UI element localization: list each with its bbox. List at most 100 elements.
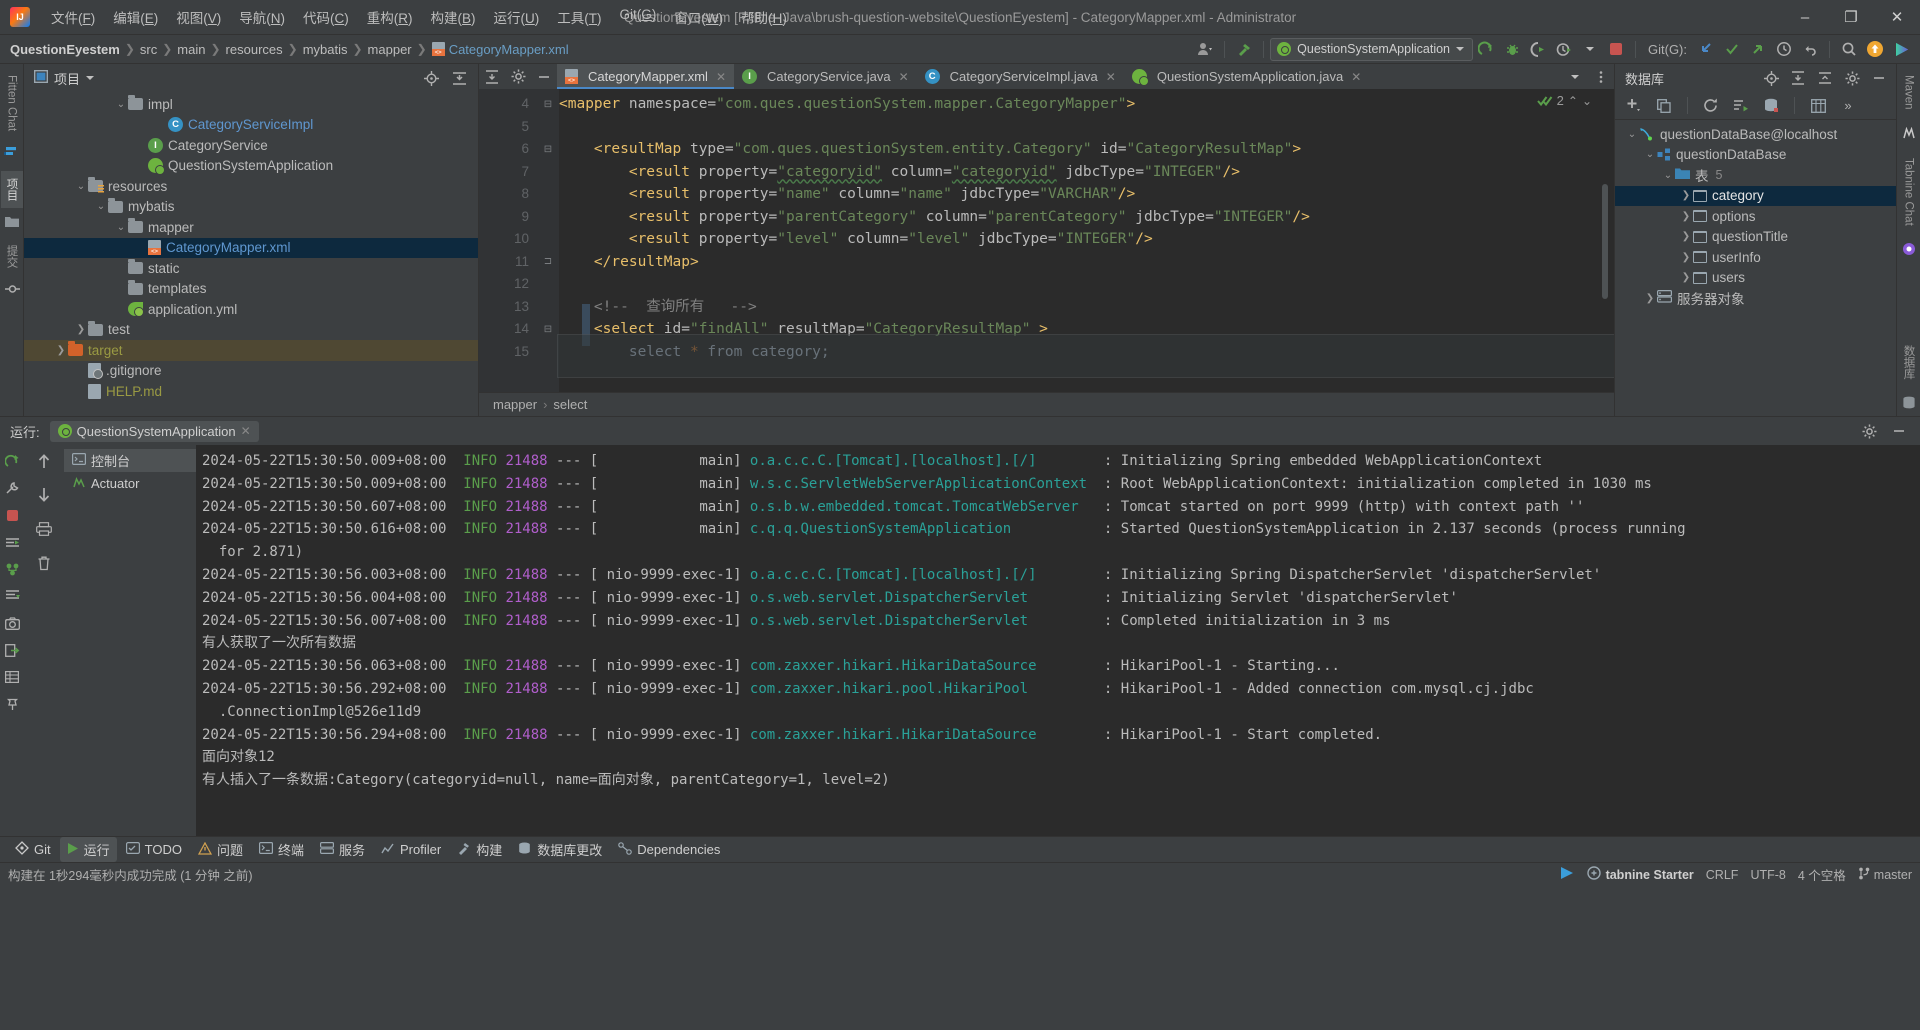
close-icon[interactable]: ✕ <box>716 70 726 84</box>
settings-gear-icon[interactable] <box>505 65 531 89</box>
db-tree-item--[interactable]: ❯ 服务器对象 <box>1615 288 1896 309</box>
breadcrumb-item-0[interactable]: QuestionEyestem <box>10 42 120 57</box>
chevron-right-icon[interactable]: ❯ <box>1643 293 1657 304</box>
scroll-from-source-icon[interactable] <box>1758 66 1784 90</box>
menu-4[interactable]: 代码(C) <box>294 3 358 31</box>
tabnine-chat-icon[interactable] <box>1902 242 1916 256</box>
pin-icon[interactable] <box>0 692 25 716</box>
update-available-icon[interactable] <box>1862 37 1888 61</box>
breadcrumb-item-3[interactable]: resources <box>226 42 283 57</box>
tool-strip--[interactable]: 构建 <box>450 837 509 862</box>
collapse-all-icon[interactable] <box>1812 66 1838 90</box>
hide-panel-icon[interactable] <box>1866 66 1892 90</box>
tree-item-static[interactable]: static <box>24 258 478 279</box>
chevron-right-icon[interactable]: ❯ <box>1679 211 1693 222</box>
chevron-right-icon[interactable]: ❯ <box>1679 190 1693 201</box>
menu-7[interactable]: 运行(U) <box>485 3 549 31</box>
folder-stripe-icon[interactable] <box>4 216 19 230</box>
hide-panel-icon[interactable] <box>1886 419 1912 443</box>
editor-tab-categorymapper-xml[interactable]: CategoryMapper.xml ✕ <box>557 64 735 89</box>
editor-tab-categoryservice-java[interactable]: I CategoryService.java ✕ <box>734 64 917 89</box>
breadcrumb-item-2[interactable]: main <box>177 42 205 57</box>
print-icon[interactable] <box>31 517 57 541</box>
chevron-down-icon[interactable]: ⌄ <box>74 181 88 192</box>
copy-datasource-icon[interactable] <box>1651 94 1677 118</box>
tree-item--gitignore[interactable]: .gitignore <box>24 361 478 382</box>
run-button[interactable] <box>1473 37 1499 61</box>
chevron-down-icon[interactable]: ⌄ <box>114 99 128 110</box>
inspection-widget[interactable]: 2 ⌃ ⌄ <box>1536 93 1592 108</box>
tool-strip--[interactable]: 运行 <box>59 837 117 862</box>
stripe-tab-project[interactable]: 项目 <box>0 171 23 209</box>
line-separator[interactable]: CRLF <box>1706 868 1739 882</box>
menu-5[interactable]: 重构(R) <box>358 3 422 31</box>
tree-item-templates[interactable]: templates <box>24 279 478 300</box>
editor-tabs[interactable]: CategoryMapper.xml ✕ I CategoryService.java… <box>557 64 1562 89</box>
grid-icon[interactable] <box>0 665 25 689</box>
menu-0[interactable]: 文件(F) <box>42 3 104 31</box>
tab-list-chevron-icon[interactable] <box>1562 65 1588 89</box>
down-arrow-icon[interactable] <box>31 483 57 507</box>
bottom-tool-strip[interactable]: Git 运行 TODO 问题 终端 服务 Profiler 构建 数据库更改 Dependenci… <box>0 836 1920 862</box>
menu-8[interactable]: 工具(T) <box>548 3 610 31</box>
chevron-right-icon[interactable]: ❯ <box>1679 272 1693 283</box>
debug-button[interactable] <box>1499 37 1525 61</box>
breadcrumb[interactable]: QuestionEyestem ❯ src ❯ main ❯ resources ❯ mybat… <box>10 42 569 57</box>
db-tree-item-category[interactable]: ❯ category <box>1615 185 1896 206</box>
fold-marker[interactable]: ⊐ <box>537 251 559 274</box>
close-button[interactable]: ✕ <box>1874 0 1920 34</box>
console-tab-list[interactable]: 控制台 Actuator <box>64 445 196 836</box>
chevron-right-icon[interactable]: ❯ <box>1679 231 1693 242</box>
db-tree-item-questiontitle[interactable]: ❯ questionTitle <box>1615 227 1896 248</box>
git-push-icon[interactable] <box>1745 37 1771 61</box>
tree-item-help-md[interactable]: HELP.md <box>24 381 478 402</box>
export-icon[interactable] <box>0 638 25 662</box>
expand-all-icon[interactable] <box>1785 66 1811 90</box>
chevron-down-icon[interactable] <box>86 76 95 80</box>
prev-problem-icon[interactable]: ⌃ <box>1568 94 1578 108</box>
close-icon[interactable]: ✕ <box>1106 70 1116 84</box>
add-datasource-icon[interactable] <box>1621 94 1647 118</box>
breadcrumb-item-1[interactable]: src <box>140 42 157 57</box>
tree-item-mybatis[interactable]: ⌄ mybatis <box>24 197 478 218</box>
stop-button[interactable] <box>1603 37 1629 61</box>
database-stripe-icon[interactable] <box>1902 396 1916 410</box>
profile-button[interactable] <box>1551 37 1577 61</box>
refresh-icon[interactable] <box>1698 94 1724 118</box>
chevron-down-icon[interactable]: ⌄ <box>114 222 128 233</box>
fold-marker[interactable]: ⊟ <box>537 138 559 161</box>
tree-item-impl[interactable]: ⌄ impl <box>24 94 478 115</box>
right-tool-stripe[interactable]: Maven Tabnine Chat 数据库 <box>1896 64 1920 416</box>
indent-setting[interactable]: 4 个空格 <box>1798 865 1846 884</box>
run-with-coverage-button[interactable] <box>1525 37 1551 61</box>
run-config-tab[interactable]: QuestionSystemApplication ✕ <box>49 420 259 442</box>
chevron-down-icon[interactable]: ⌄ <box>1625 129 1639 140</box>
chevron-down-icon[interactable]: ⌄ <box>94 201 108 212</box>
git-rollback-icon[interactable] <box>1797 37 1823 61</box>
breadcrumb-item-4[interactable]: mybatis <box>303 42 348 57</box>
run-side-actions-2[interactable] <box>24 445 64 836</box>
code-editor[interactable]: 4 5 6 7 8 9 10 11 12 13 14 15 ⊟ ⊟ ⊐ ⊟ <mapper namespac… <box>479 89 1614 392</box>
console-tab-1[interactable]: Actuator <box>64 472 196 495</box>
chevron-right-icon[interactable]: ❯ <box>74 324 88 335</box>
search-icon[interactable] <box>1836 37 1862 61</box>
git-history-icon[interactable] <box>1771 37 1797 61</box>
editor-breadcrumbs[interactable]: mapper › select <box>479 392 1614 416</box>
git-update-icon[interactable] <box>1693 37 1719 61</box>
window-controls[interactable]: – ❐ ✕ <box>1782 0 1920 34</box>
chevron-right-icon[interactable]: ❯ <box>1679 252 1693 263</box>
main-menu[interactable]: 文件(F) 编辑(E) 视图(V) 导航(N) 代码(C) 重构(R) 构建(B) 运行(U)… <box>42 3 796 31</box>
close-icon[interactable]: ✕ <box>1351 70 1361 84</box>
resume-icon[interactable] <box>0 530 25 554</box>
expand-all-icon[interactable] <box>479 65 505 89</box>
database-tree[interactable]: ⌄ questionDataBase@localhost ⌄ questionData… <box>1615 120 1896 416</box>
editor-options-icon[interactable] <box>1588 65 1614 89</box>
tabnine-status[interactable]: tabnine Starter <box>1586 866 1694 883</box>
db-tree-item-users[interactable]: ❯ users <box>1615 268 1896 289</box>
tree-item-categorymapper-xml[interactable]: CategoryMapper.xml <box>24 237 478 258</box>
editor-tab-categoryserviceimpl-java[interactable]: C CategoryServiceImpl.java ✕ <box>917 64 1124 89</box>
rerun-icon[interactable] <box>0 449 25 473</box>
chevron-down-icon[interactable]: ⌄ <box>1643 149 1657 160</box>
chevron-down-icon[interactable] <box>1577 37 1603 61</box>
tree-item-test[interactable]: ❯ test <box>24 320 478 341</box>
